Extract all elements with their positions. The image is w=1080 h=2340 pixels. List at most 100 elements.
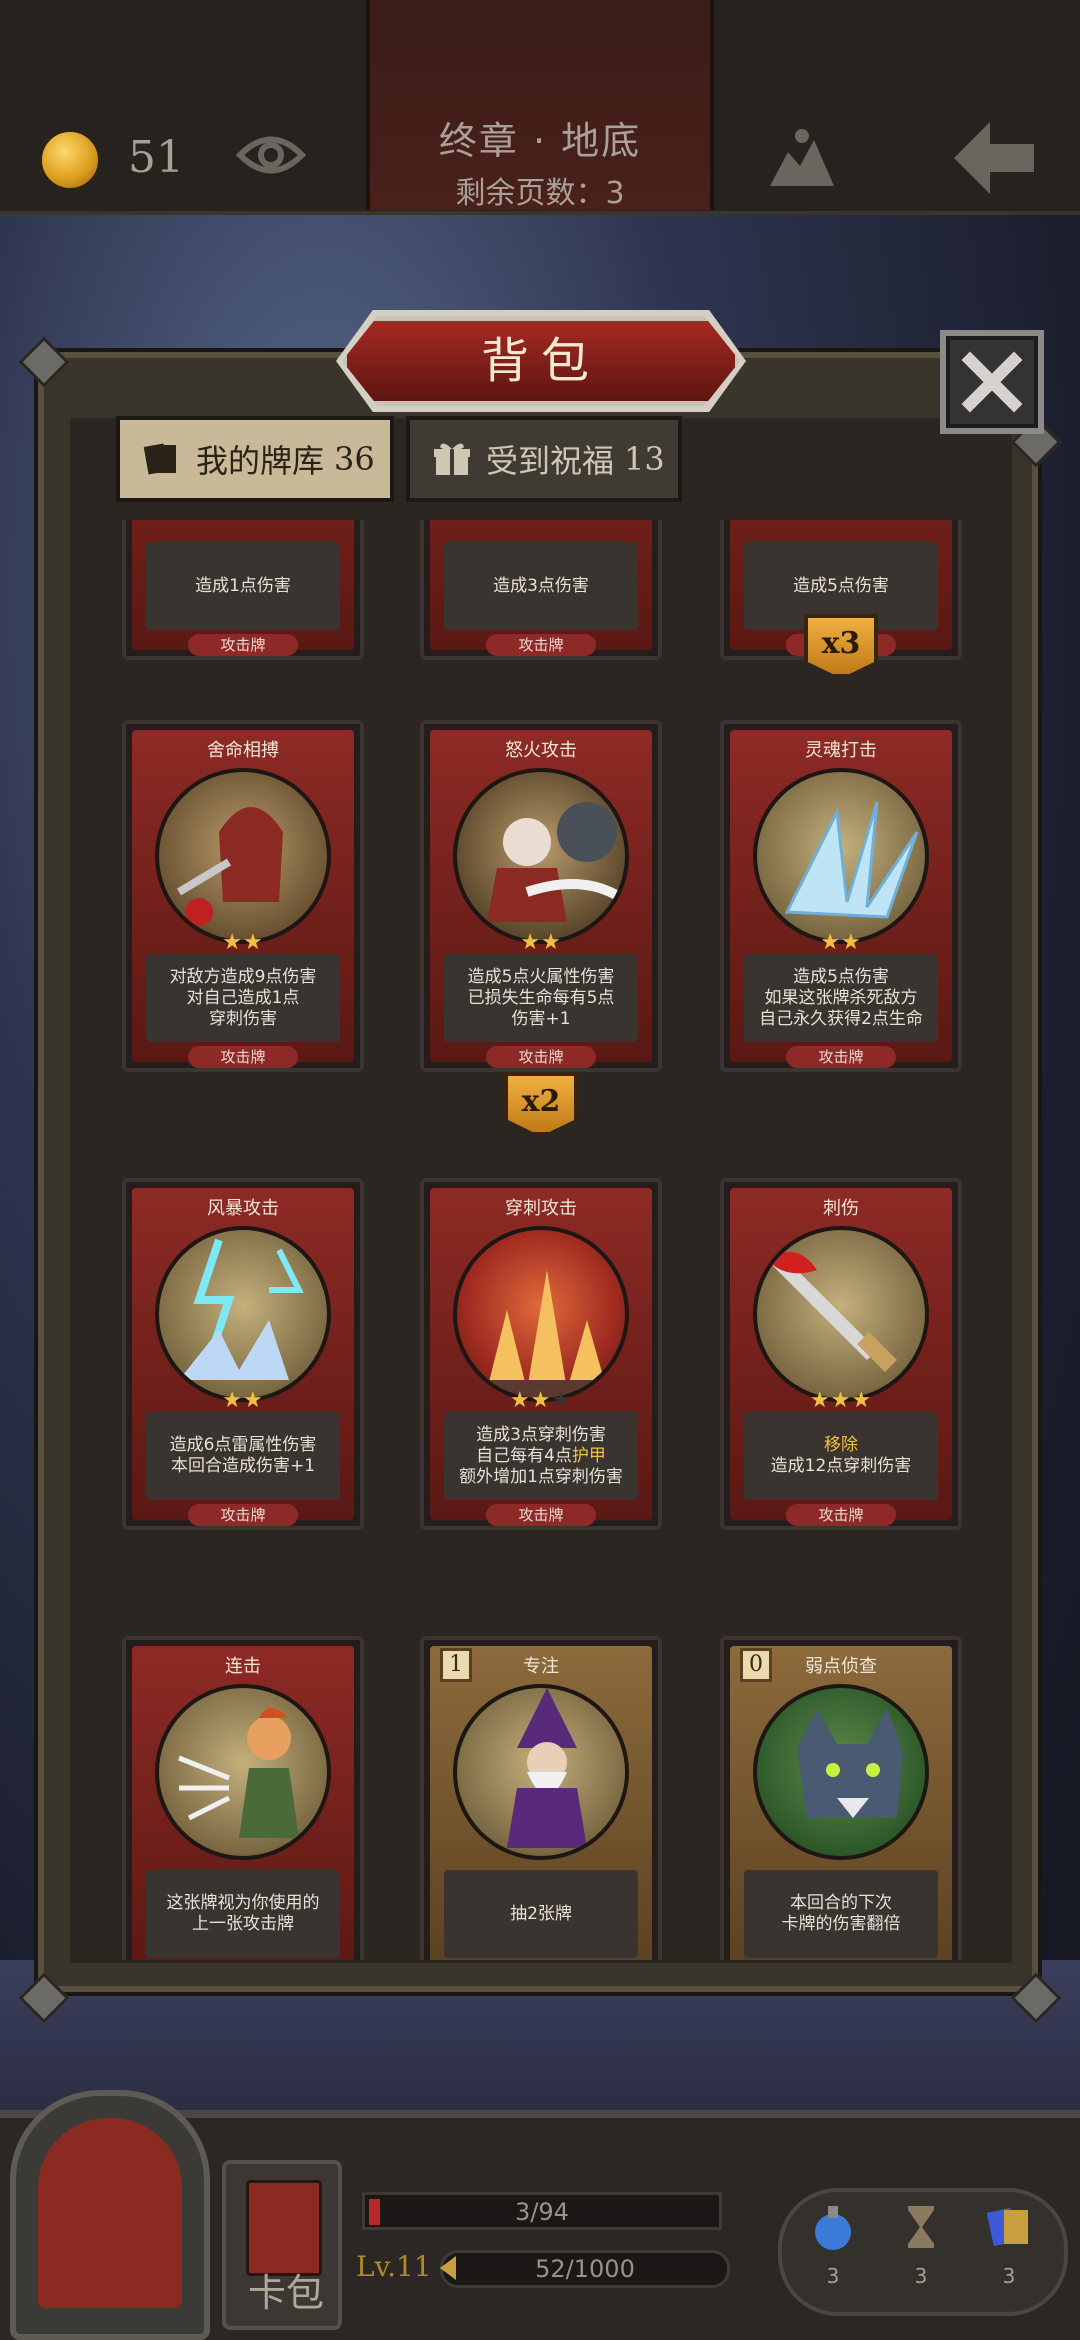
card-grid[interactable]: 造成1点伤害 攻击牌 造成3点伤害 攻击牌 造成5点伤害 攻击牌 x3 舍命相搏… [70,520,1012,1960]
xp-bar: 52/1000 [440,2250,730,2288]
warrior-illustration [176,807,283,926]
card-type: 攻击牌 [486,1046,596,1068]
card-art-pierce [453,1226,629,1402]
card-art-weakness-scout [753,1684,929,1860]
card-stars: ★★★ [809,1388,873,1413]
card[interactable]: 专注 1 抽2张牌 [420,1636,662,1960]
map-icon[interactable] [766,126,838,192]
card-description: 这张牌视为你使用的 上一张攻击牌 [146,1870,340,1958]
card[interactable]: 连击 这张牌视为你使用的 上一张攻击牌 [122,1636,364,1960]
card[interactable]: 舍命相搏 ★★ 对敌方造成9点伤害 对自己造成1点 穿刺伤害 攻击牌 [122,720,364,1072]
top-bar: 51 终章 · 地底 剩余页数：3 [0,0,1080,215]
card-description: 造成3点穿刺伤害 自己每有4点护甲 额外增加1点穿刺伤害 [444,1412,638,1500]
cards-icon [986,2207,1028,2247]
card-desc-line: 对自己造成1点 [186,987,300,1008]
tab-label: 我的牌库 [196,442,325,480]
xp-arrow-icon [440,2256,456,2280]
back-arrow-icon[interactable] [950,118,1038,198]
close-icon [961,351,1023,413]
card-type: 攻击牌 [188,1046,298,1068]
cards-item[interactable]: 3 [974,2202,1044,2288]
hero-avatar [38,2118,182,2308]
card-art-focus [453,1684,629,1860]
card-desc-line: 对敌方造成9点伤害 [169,966,317,987]
card-desc-line: 抽2张牌 [510,1903,572,1924]
cards-icon [143,443,176,475]
card-desc-keyword: 移除 [823,1435,858,1455]
card-stars: ★★★ [509,1388,573,1413]
card-stars: ★★ [820,930,862,955]
card-pack-label: 卡包 [247,2271,324,2315]
rage-illustration [487,802,625,922]
xp-text: 52/1000 [535,2255,635,2283]
card-desc-line: 本回合造成伤害+1 [170,1456,316,1476]
card-name: 舍命相搏 [207,740,279,761]
card-desc-line: 穿刺伤害 [208,1008,277,1029]
card-desc-line: 造成5点火属性伤害 [467,966,615,987]
item-count: 3 [826,2264,840,2288]
card-desc-line: 卡牌的伤害翻倍 [781,1914,901,1934]
hourglass-item[interactable]: 3 [886,2202,956,2288]
archer-illustration [178,1708,299,1838]
tab-blessings[interactable]: 受到祝福 13 [406,416,682,502]
hourglass-icon [908,2206,934,2248]
multiplier-badge: x2 [504,1072,578,1136]
eye-icon[interactable] [236,130,306,180]
card-stars: ★★ [222,1388,264,1413]
card-type: 攻击牌 [188,634,298,656]
card-art-warrior [155,768,331,944]
card-desc-line: 造成5点伤害 [793,575,889,596]
consumables-bar: 3 3 3 [778,2188,1068,2316]
hp-bar: 3/94 [362,2192,722,2230]
tab-my-deck[interactable]: 我的牌库 36 [116,416,394,502]
card-art-storm [155,1226,331,1402]
panel-title: 背包 [480,333,601,389]
card-desc-line: 这张牌视为你使用的 [166,1893,320,1913]
card-art-soul-strike [753,768,929,944]
card-description: 造成5点火属性伤害 已损失生命每有5点 伤害+1 [444,954,638,1042]
card-name: 风暴攻击 [207,1198,279,1219]
card-desc-line: 上一张攻击牌 [192,1914,294,1934]
tab-count: 36 [334,440,375,478]
card[interactable]: 风暴攻击 ★★ 造成6点雷属性伤害 本回合造成伤害+1 攻击牌 [122,1178,364,1530]
potion-item[interactable]: 3 [798,2202,868,2288]
card-art-combo [155,1684,331,1860]
card[interactable]: 刺伤 ★★★ 移除 造成12点穿刺伤害 攻击牌 [720,1178,962,1530]
card-name: 连击 [225,1656,261,1677]
card-desc-line: 自己每有4点护甲 [459,1446,623,1467]
card-desc-line: 造成6点雷属性伤害 [169,1435,317,1455]
card[interactable]: 造成3点伤害 攻击牌 [420,520,662,660]
card-desc-keyword: 护甲 [571,1445,606,1466]
card[interactable]: 灵魂打击 ★★ 造成5点伤害 如果这张牌杀死敌方 自己永久获得2点生命 攻击牌 [720,720,962,1072]
card-desc-line: 造成3点穿刺伤害 [476,1424,606,1445]
card[interactable]: 怒火攻击 ★★ 造成5点火属性伤害 已损失生命每有5点 伤害+1 攻击牌 [420,720,662,1072]
card-desc-line: 造成5点伤害 [793,966,889,987]
card-cost: 1 [440,1648,472,1682]
card-name: 怒火攻击 [505,740,577,761]
chapter-title: 终章 · 地底 [438,119,642,163]
card[interactable]: 造成1点伤害 攻击牌 [122,520,364,660]
wizard-illustration [507,1688,587,1848]
item-count: 3 [914,2264,928,2288]
lightning-illustration [179,1238,304,1380]
close-button[interactable] [940,330,1044,434]
card-art-rage [453,768,629,944]
card-type: 攻击牌 [486,1504,596,1526]
card-description: 造成6点雷属性伤害 本回合造成伤害+1 [146,1412,340,1500]
card-desc-line: 如果这张牌杀死敌方 [764,987,918,1008]
card[interactable]: 弱点侦查 0 本回合的下次 卡牌的伤害翻倍 [720,1636,962,1960]
card-name: 穿刺攻击 [505,1198,577,1219]
card-description: 移除 造成12点穿刺伤害 [744,1412,938,1500]
card-stars: ★★ [222,930,264,955]
card[interactable]: 穿刺攻击 ★★★ 造成3点穿刺伤害 自己每有4点护甲 额外增加1点穿刺伤害 攻击… [420,1178,662,1530]
card-desc-line: 造成3点伤害 [493,575,589,596]
item-count: 3 [1002,2264,1016,2288]
card-type: 攻击牌 [786,1504,896,1526]
coin-icon [38,128,102,192]
hero-portrait[interactable] [10,2090,210,2340]
ice-crystal-illustration [784,801,919,919]
card-cost: 0 [740,1648,772,1682]
card-type: 攻击牌 [786,1046,896,1068]
card-desc-text: 自己每有4点 [476,1445,572,1466]
card-description: 造成3点伤害 [444,542,638,630]
